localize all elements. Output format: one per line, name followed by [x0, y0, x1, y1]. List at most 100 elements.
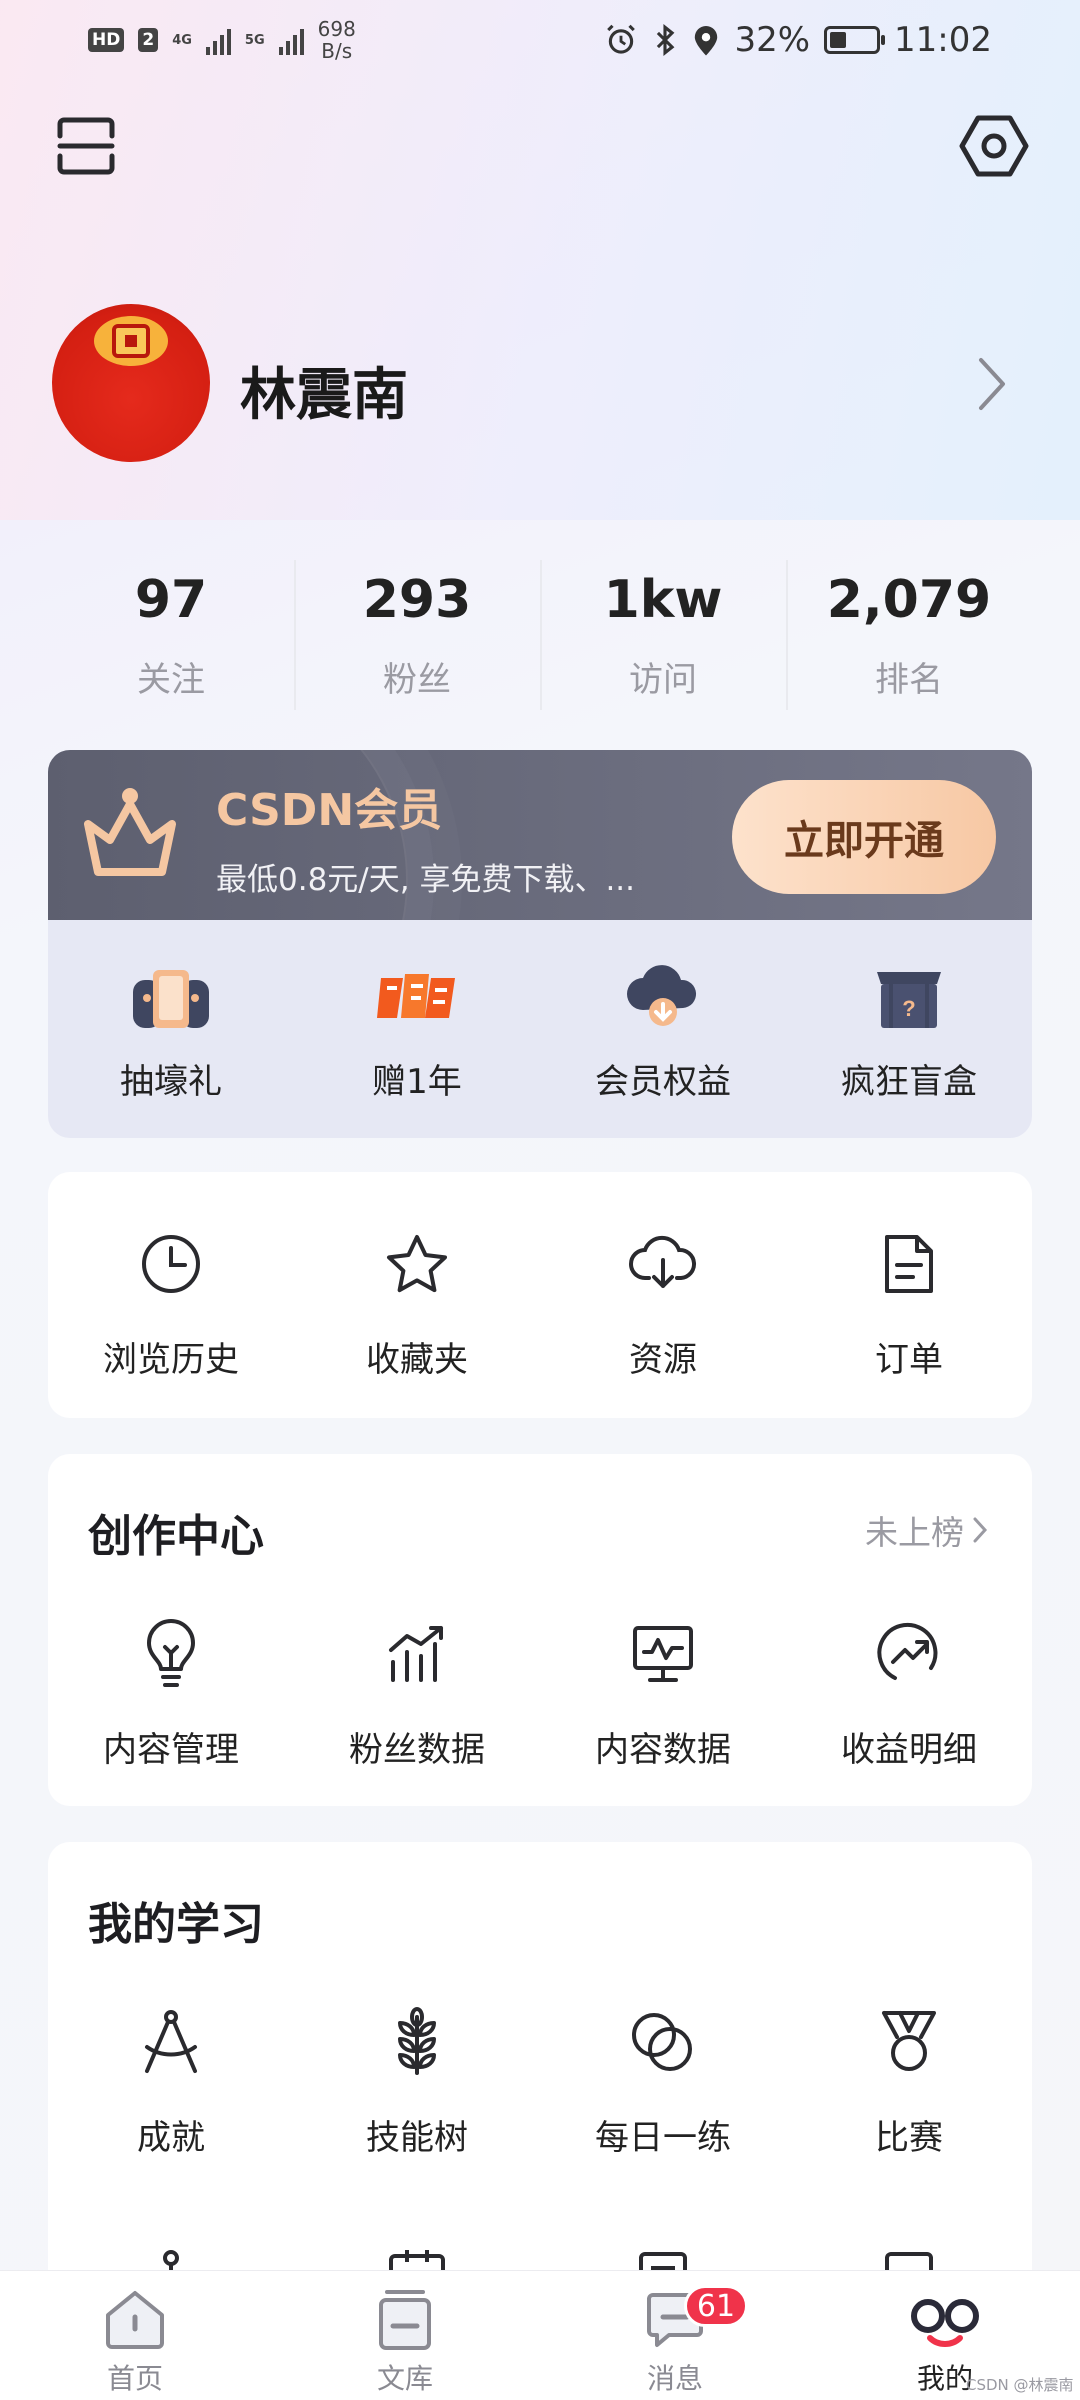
learning-label: 每日一练 — [595, 2118, 731, 2158]
wheat-icon — [398, 2007, 436, 2075]
learning-card: 我的学习 成就 技能树 每日一练 比赛 — [48, 1842, 1032, 2306]
creation-label: 粉丝数据 — [349, 1730, 485, 1770]
battery-percent: 32% — [734, 20, 811, 60]
library-icon — [379, 2290, 431, 2350]
shortcut-orders[interactable]: 订单 — [786, 1224, 1032, 1381]
shortcut-favorites[interactable]: 收藏夹 — [294, 1224, 540, 1381]
status-bar: HD 2 4G 5G 698 B/s 32% 11:02 — [0, 0, 1080, 80]
learning-daily-practice[interactable]: 每日一练 — [540, 2002, 786, 2159]
username[interactable]: 林震南 — [240, 350, 408, 431]
perk-member-rights[interactable]: 会员权益 — [540, 920, 786, 1138]
stat-value: 2,079 — [826, 570, 992, 630]
trend-circle-icon — [877, 1622, 938, 1680]
bluetooth-icon — [657, 24, 675, 56]
stat-visits[interactable]: 1kw 访问 — [540, 556, 786, 716]
network-speed: 698 B/s — [318, 18, 356, 62]
perk-label: 赠1年 — [372, 1062, 462, 1102]
network-type-1: 4G — [172, 32, 192, 48]
sim-indicator: 2 — [138, 28, 159, 52]
settings-icon — [959, 115, 1029, 177]
scan-icon — [57, 117, 115, 175]
ranking-label: 未上榜 — [865, 1513, 964, 1552]
lightbulb-icon — [147, 1619, 195, 1687]
avatar[interactable] — [52, 304, 210, 462]
cloud-download-icon — [629, 1235, 697, 1288]
creation-label: 内容数据 — [595, 1730, 731, 1770]
compass-icon — [145, 2010, 197, 2073]
shortcut-resources[interactable]: 资源 — [540, 1224, 786, 1381]
creation-earnings[interactable]: 收益明细 — [786, 1614, 1032, 1771]
learning-achievement[interactable]: 成就 — [48, 2002, 294, 2159]
creation-title: 创作中心 — [88, 1511, 264, 1562]
stat-label: 关注 — [137, 660, 205, 700]
cloud-download-icon — [627, 965, 697, 1026]
creation-center-card: 创作中心 未上榜 内容管理 粉丝数据 内容数据 收益明细 — [48, 1454, 1032, 1806]
battery-level-fill — [830, 32, 847, 48]
perk-label: 抽壕礼 — [120, 1062, 222, 1102]
game-controller-icon — [133, 970, 209, 1028]
stat-followers[interactable]: 293 粉丝 — [294, 556, 540, 716]
profile-arrow-button[interactable] — [970, 352, 1014, 416]
unread-badge: 61 — [684, 2285, 748, 2327]
battery-icon — [824, 26, 886, 54]
circles-icon — [632, 2013, 692, 2071]
document-icon — [885, 1235, 933, 1293]
creation-content-management[interactable]: 内容管理 — [48, 1614, 294, 1771]
stat-rank[interactable]: 2,079 排名 — [786, 556, 1032, 716]
perk-lottery[interactable]: 抽壕礼 — [48, 920, 294, 1138]
member-perks: 抽壕礼 赠1年 会员权益 ? 疯狂盲盒 — [48, 920, 1032, 1138]
mystery-box-icon: ? — [877, 972, 941, 1028]
watermark: CSDN @林震南 — [966, 2376, 1074, 2394]
perk-label: 疯狂盲盒 — [841, 1062, 977, 1102]
signal-icon — [205, 25, 231, 55]
learning-label: 比赛 — [875, 2118, 943, 2158]
perk-gift-year[interactable]: 赠1年 — [294, 920, 540, 1138]
gift-text-icon — [377, 974, 455, 1018]
scan-button[interactable] — [50, 110, 122, 182]
creation-label: 内容管理 — [103, 1730, 239, 1770]
stat-label: 粉丝 — [383, 660, 451, 700]
settings-button[interactable] — [956, 108, 1032, 184]
shortcuts-card: 浏览历史 收藏夹 资源 订单 — [48, 1172, 1032, 1418]
tab-home[interactable]: 首页 — [0, 2271, 270, 2400]
tab-library[interactable]: 文库 — [270, 2271, 540, 2400]
learning-label: 技能树 — [366, 2118, 468, 2158]
creation-content-data[interactable]: 内容数据 — [540, 1614, 786, 1771]
tab-messages[interactable]: 消息 61 — [540, 2271, 810, 2400]
bar-chart-icon — [389, 1626, 443, 1682]
location-icon — [695, 26, 718, 56]
shortcut-history[interactable]: 浏览历史 — [48, 1224, 294, 1381]
shortcut-label: 订单 — [875, 1340, 943, 1380]
svg-text:?: ? — [902, 996, 915, 1021]
member-card: CSDN会员 最低0.8元/天, 享免费下载、... 立即开通 抽壕礼 赠1年 … — [48, 750, 1032, 1138]
stat-following[interactable]: 97 关注 — [48, 556, 294, 716]
ranking-link[interactable]: 未上榜 — [865, 1506, 988, 1554]
stat-value: 97 — [134, 570, 208, 630]
shortcut-label: 收藏夹 — [366, 1340, 468, 1380]
perk-label: 会员权益 — [595, 1062, 731, 1102]
stat-value: 1kw — [603, 570, 723, 630]
learning-title: 我的学习 — [88, 1899, 264, 1950]
avatar-coin — [112, 324, 150, 358]
tab-label: 首页 — [106, 2362, 163, 2395]
network-speed-unit: B/s — [321, 39, 353, 63]
star-icon — [387, 1235, 447, 1293]
profile-icon — [911, 2299, 979, 2347]
learning-skill-tree[interactable]: 技能树 — [294, 2002, 540, 2159]
network-type-2: 5G — [244, 32, 265, 48]
member-banner[interactable]: CSDN会员 最低0.8元/天, 享免费下载、... 立即开通 — [48, 750, 1032, 920]
shortcut-label: 资源 — [629, 1340, 697, 1380]
perk-blind-box[interactable]: ? 疯狂盲盒 — [786, 920, 1032, 1138]
shortcut-label: 浏览历史 — [103, 1340, 239, 1380]
chevron-right-icon — [979, 358, 1005, 410]
tab-label: 文库 — [376, 2362, 433, 2395]
stat-label: 访问 — [629, 660, 697, 700]
learning-competition[interactable]: 比赛 — [786, 2002, 1032, 2159]
crown-icon — [84, 788, 176, 876]
creation-fans-data[interactable]: 粉丝数据 — [294, 1614, 540, 1771]
monitor-chart-icon — [633, 1626, 693, 1682]
open-membership-button[interactable]: 立即开通 — [732, 780, 996, 894]
bottom-tab-bar: 首页 文库 消息 61 我的 — [0, 2270, 1080, 2400]
tab-label: 消息 — [646, 2362, 703, 2395]
clock-icon — [142, 1235, 200, 1293]
